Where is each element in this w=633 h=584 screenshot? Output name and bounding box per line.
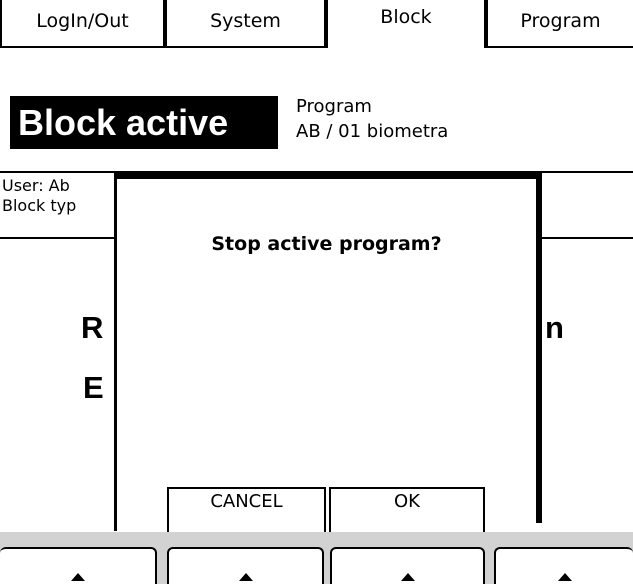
tab-label: Program (520, 10, 601, 32)
tab-label: Block (380, 6, 432, 28)
stop-program-dialog (114, 173, 542, 531)
softkey-1[interactable] (0, 547, 157, 584)
tab-label: System (210, 10, 281, 32)
dialog-title: Stop active program? (211, 233, 442, 255)
divider (542, 237, 633, 239)
dialog-border (536, 173, 542, 523)
program-name: AB / 01 biometra (296, 121, 449, 142)
divider (0, 237, 114, 239)
background-text: R (81, 310, 104, 345)
tab-underline (0, 46, 328, 48)
tab-program[interactable]: Program (486, 0, 633, 48)
block-type-line: Block typ (2, 196, 77, 215)
ok-button[interactable]: OK (329, 487, 485, 533)
tab-block[interactable]: Block (326, 0, 486, 48)
arrow-up-icon (400, 573, 415, 581)
softkey-3[interactable] (330, 547, 485, 584)
block-status-banner: Block active (10, 96, 278, 149)
softkey-2[interactable] (167, 547, 324, 584)
background-text: E (83, 370, 104, 405)
user-line: User: Ab (2, 176, 70, 195)
dialog-border (114, 173, 117, 531)
tab-underline (484, 46, 633, 48)
arrow-up-icon (238, 573, 253, 581)
softkey-4[interactable] (494, 547, 633, 584)
cancel-button[interactable]: CANCEL (167, 487, 326, 533)
arrow-up-icon (70, 573, 85, 581)
background-text: n (545, 310, 564, 345)
tab-label: LogIn/Out (36, 10, 129, 32)
tab-system[interactable]: System (165, 0, 326, 48)
dialog-border (114, 173, 542, 179)
program-label: Program (296, 96, 372, 117)
arrow-up-icon (557, 573, 572, 581)
tab-login-out[interactable]: LogIn/Out (0, 0, 165, 48)
